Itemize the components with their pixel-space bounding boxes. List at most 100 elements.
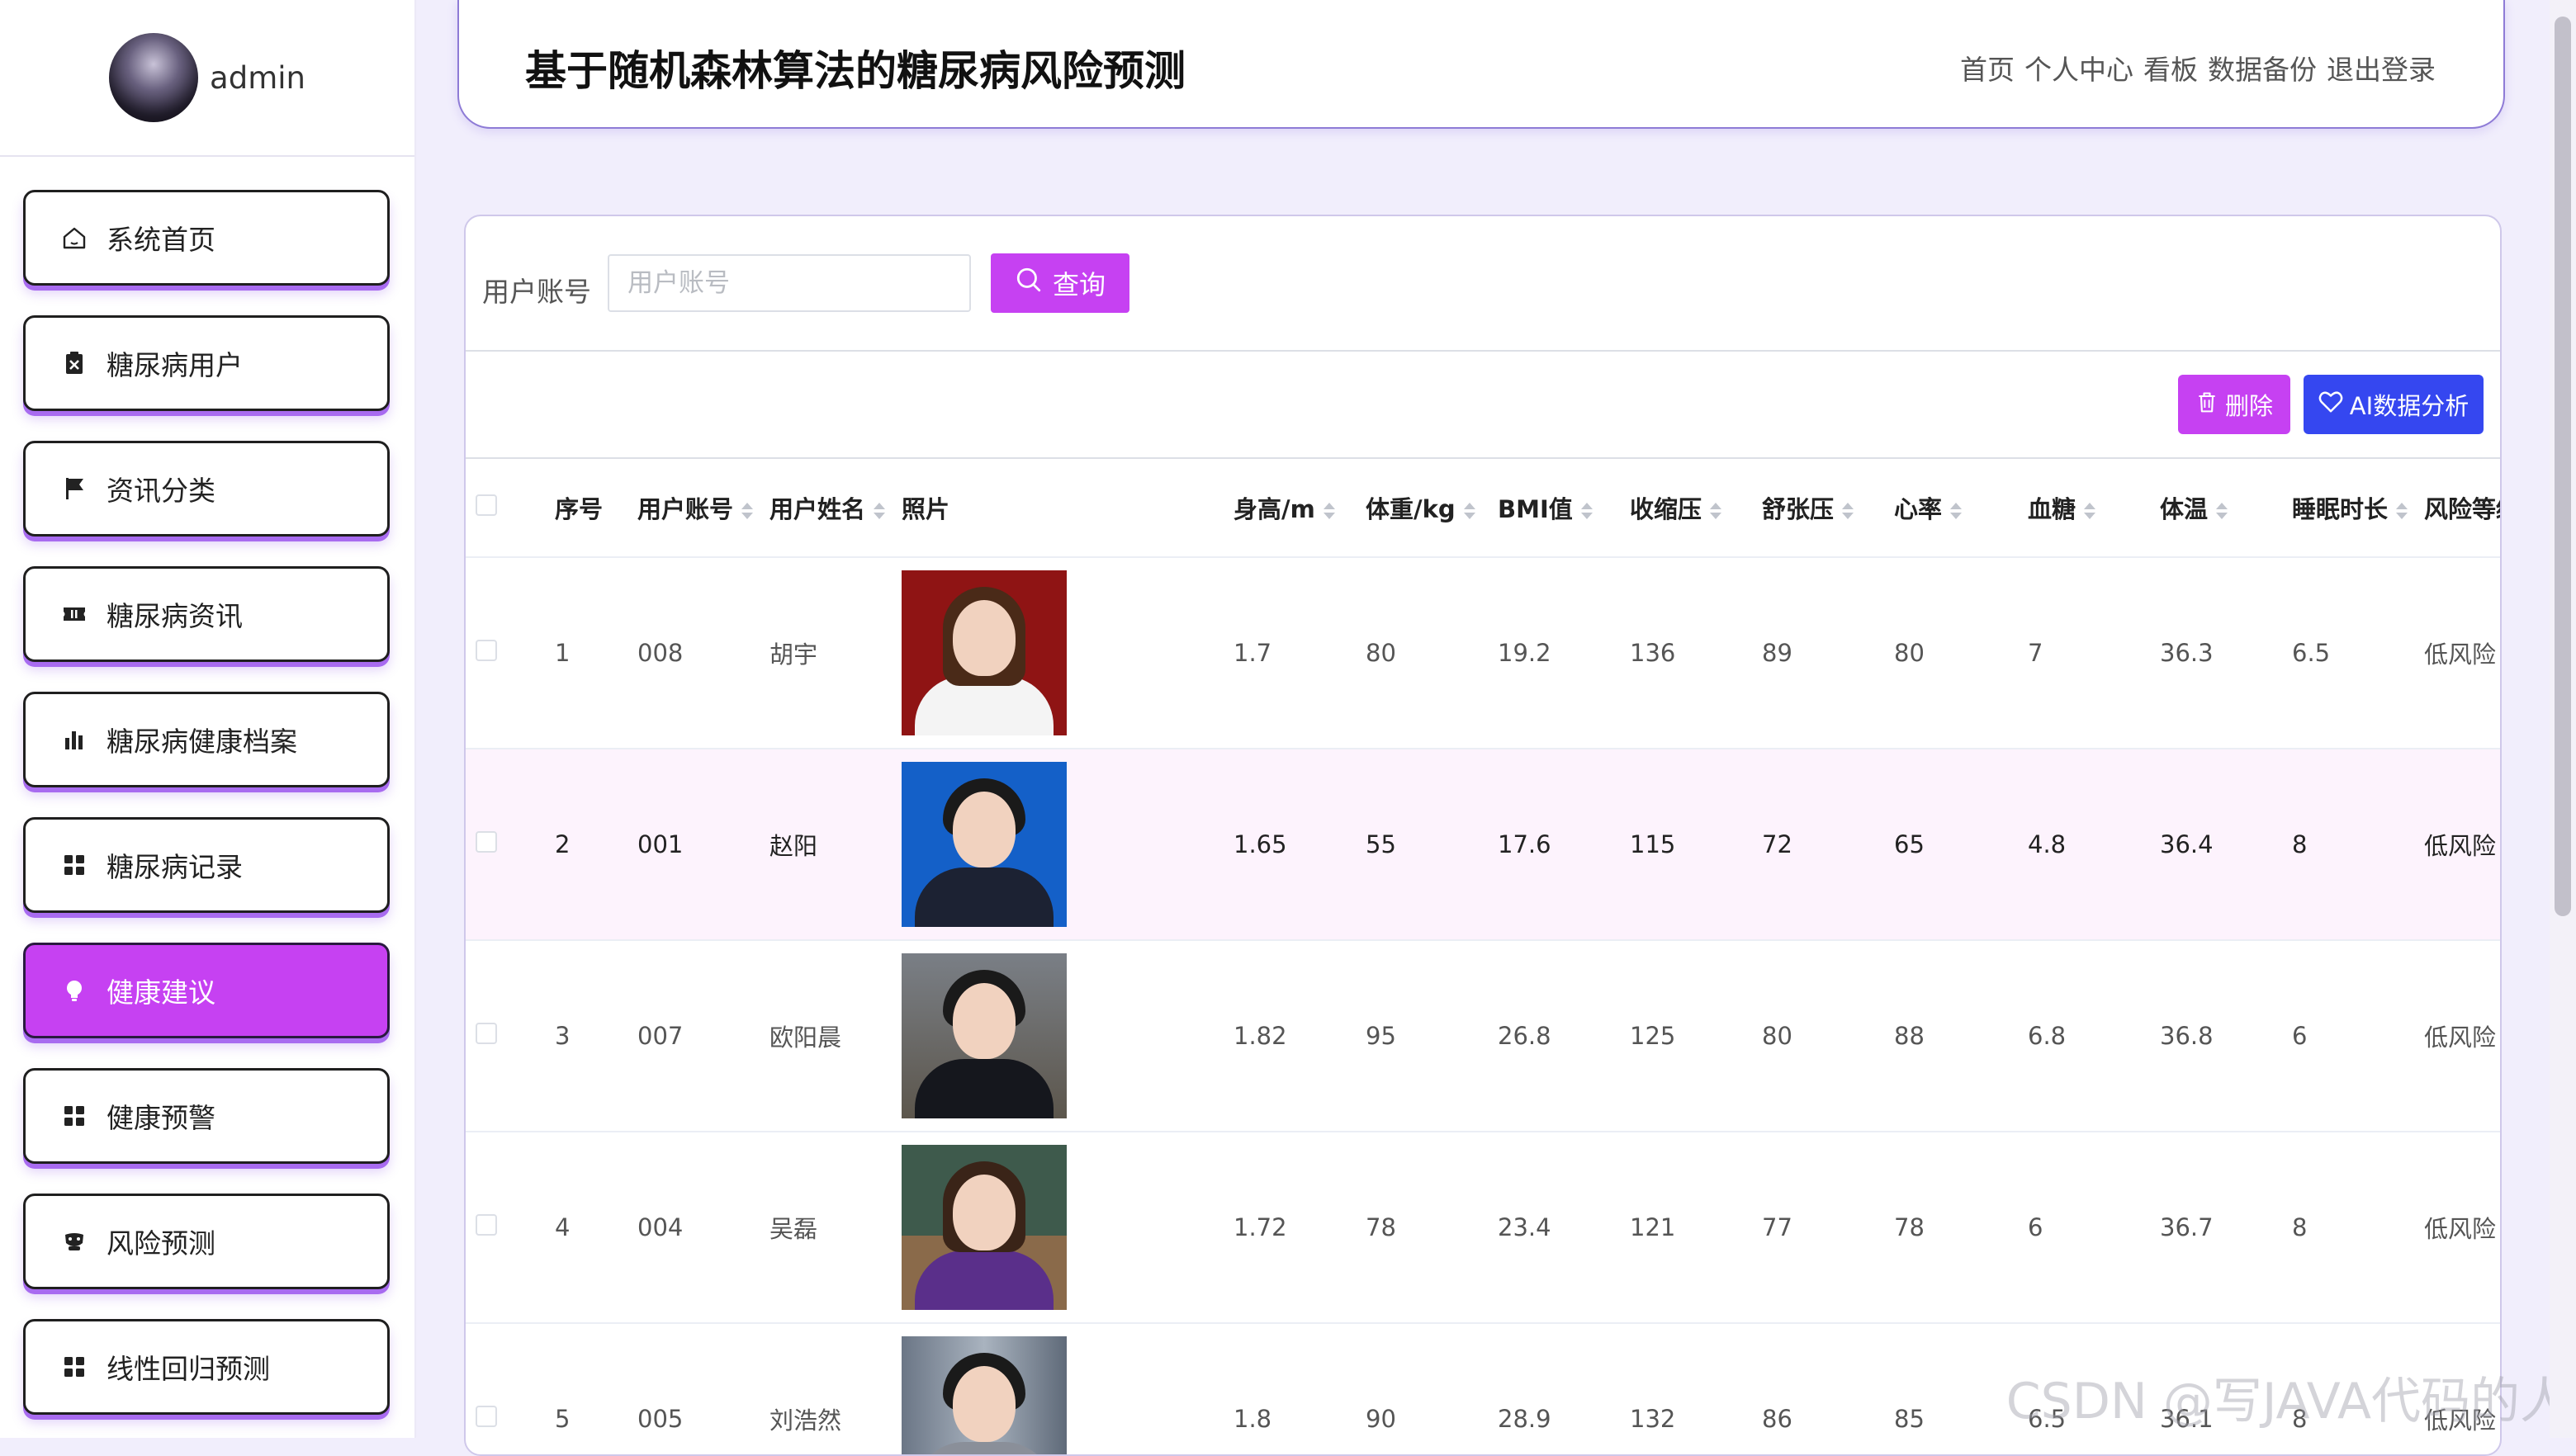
table-row[interactable]: 3 007 欧阳晨 1.82 95 26.8 125 80 88 6.8 36.… [466, 940, 2500, 1132]
sidebar-item-linear-regression[interactable]: 线性回归预测 [23, 1319, 390, 1415]
column-header-heart-rate[interactable]: 心率 [1884, 459, 2018, 558]
cell-weight: 80 [1356, 557, 1488, 749]
sort-icon[interactable] [2216, 503, 2228, 519]
column-header-account[interactable]: 用户账号 [627, 459, 760, 558]
column-header-systolic[interactable]: 收缩压 [1620, 459, 1752, 558]
cell-glucose: 7 [2018, 557, 2150, 749]
flag-icon [60, 475, 88, 503]
cell-systolic: 115 [1620, 749, 1752, 941]
sidebar-item-risk-prediction[interactable]: 风险预测 [23, 1194, 390, 1289]
cell-temperature: 36.7 [2150, 1132, 2282, 1324]
user-photo[interactable] [902, 1145, 1067, 1310]
cell-sleep: 8 [2282, 749, 2414, 941]
page-scrollbar[interactable] [2550, 0, 2576, 1438]
sort-icon[interactable] [741, 503, 754, 519]
column-header-height[interactable]: 身高/m [1224, 459, 1356, 558]
sidebar-item-label: 健康预警 [107, 1102, 215, 1134]
top-header: 基于随机森林算法的糖尿病风险预测 首页 个人中心 看板 数据备份 退出登录 [457, 0, 2505, 129]
sort-icon[interactable] [2084, 503, 2096, 519]
column-header-temperature[interactable]: 体温 [2150, 459, 2282, 558]
row-checkbox[interactable] [466, 1132, 545, 1324]
avatar[interactable] [109, 33, 199, 122]
select-all-checkbox[interactable] [466, 459, 545, 558]
nav-profile-link[interactable]: 个人中心 [2024, 48, 2133, 87]
sidebar-item-news-category[interactable]: 资讯分类 [23, 441, 390, 537]
sidebar-item-health-advice[interactable]: 健康建议 [23, 943, 390, 1038]
sort-icon[interactable] [1950, 503, 1963, 519]
row-checkbox[interactable] [466, 557, 545, 749]
search-input[interactable] [608, 254, 971, 312]
sidebar: admin 系统首页 糖尿病用户 资讯分类 糖尿病资讯 糖尿病健康档案 糖尿病记… [0, 0, 416, 1438]
scrollbar-thumb[interactable] [2555, 17, 2571, 916]
mask-icon [60, 1227, 88, 1255]
cell-weight: 78 [1356, 1132, 1488, 1324]
search-icon [1015, 266, 1043, 300]
sort-icon[interactable] [2396, 503, 2408, 519]
sort-icon[interactable] [1842, 503, 1854, 519]
cell-account: 005 [627, 1323, 760, 1454]
cell-photo [892, 1132, 1224, 1324]
column-header-sleep[interactable]: 睡眠时长 [2282, 459, 2414, 558]
sidebar-item-label: 糖尿病用户 [107, 349, 243, 381]
sort-icon[interactable] [1323, 503, 1335, 519]
row-checkbox[interactable] [466, 749, 545, 941]
delete-button[interactable]: 删除 [2178, 375, 2290, 434]
cell-seq: 4 [545, 1132, 627, 1324]
cell-bmi: 28.9 [1488, 1323, 1620, 1454]
cell-temperature: 36.3 [2150, 557, 2282, 749]
user-photo[interactable] [902, 570, 1067, 735]
nav-backup-link[interactable]: 数据备份 [2208, 48, 2317, 87]
cell-seq: 3 [545, 940, 627, 1132]
cell-glucose: 6.8 [2018, 940, 2150, 1132]
sidebar-menu: 系统首页 糖尿病用户 资讯分类 糖尿病资讯 糖尿病健康档案 糖尿病记录 健康建议… [23, 190, 390, 1444]
home-icon [60, 224, 88, 252]
user-profile: admin [0, 0, 414, 157]
column-header-bmi[interactable]: BMI值 [1488, 459, 1620, 558]
column-header-name[interactable]: 用户姓名 [760, 459, 892, 558]
sort-icon[interactable] [1580, 503, 1593, 519]
column-header-diastolic[interactable]: 舒张压 [1752, 459, 1884, 558]
user-photo[interactable] [902, 953, 1067, 1118]
cell-sleep: 8 [2282, 1132, 2414, 1324]
table-row[interactable]: 1 008 胡宇 1.7 80 19.2 136 89 80 7 36.3 6.… [466, 557, 2500, 749]
row-checkbox[interactable] [466, 1323, 545, 1454]
cell-name: 刘浩然 [760, 1323, 892, 1454]
grid-icon [60, 1353, 88, 1381]
sidebar-item-diabetes-news[interactable]: 糖尿病资讯 [23, 566, 390, 662]
sort-icon[interactable] [874, 503, 886, 519]
sidebar-item-diabetes-users[interactable]: 糖尿病用户 [23, 315, 390, 411]
query-button[interactable]: 查询 [991, 253, 1129, 313]
row-checkbox[interactable] [466, 940, 545, 1132]
sidebar-item-label: 糖尿病记录 [107, 851, 243, 883]
sidebar-item-health-warning[interactable]: 健康预警 [23, 1068, 390, 1164]
heart-icon [2318, 390, 2343, 420]
cell-name: 胡宇 [760, 557, 892, 749]
table-row[interactable]: 4 004 吴磊 1.72 78 23.4 121 77 78 6 36.7 8… [466, 1132, 2500, 1324]
cell-heart-rate: 85 [1884, 1323, 2018, 1454]
username: admin [210, 59, 305, 96]
cell-account: 007 [627, 940, 760, 1132]
sidebar-item-health-records[interactable]: 糖尿病健康档案 [23, 692, 390, 787]
table-row[interactable]: 2 001 赵阳 1.65 55 17.6 115 72 65 4.8 36.4 [466, 749, 2500, 941]
grid-icon [60, 1102, 88, 1130]
main-content: 用户账号 查询 删除 AI数据分析 [464, 215, 2502, 1456]
nav-logout-link[interactable]: 退出登录 [2327, 48, 2436, 87]
nav-dashboard-link[interactable]: 看板 [2143, 48, 2198, 87]
nav-home-link[interactable]: 首页 [1960, 48, 2015, 87]
cell-height: 1.8 [1224, 1323, 1356, 1454]
column-header-seq: 序号 [545, 459, 627, 558]
cell-height: 1.72 [1224, 1132, 1356, 1324]
sort-icon[interactable] [1710, 503, 1722, 519]
sidebar-item-diabetes-log[interactable]: 糖尿病记录 [23, 817, 390, 913]
user-photo[interactable] [902, 1336, 1067, 1454]
column-header-glucose[interactable]: 血糖 [2018, 459, 2150, 558]
user-photo[interactable] [902, 762, 1067, 927]
cell-glucose: 4.8 [2018, 749, 2150, 941]
sidebar-item-home[interactable]: 系统首页 [23, 190, 390, 286]
data-table: 序号 用户账号 用户姓名 照片 身高/m 体重/kg BMI值 收缩压 舒张压 … [466, 459, 2500, 1454]
cell-account: 004 [627, 1132, 760, 1324]
cell-height: 1.7 [1224, 557, 1356, 749]
ai-analysis-button[interactable]: AI数据分析 [2304, 375, 2484, 434]
column-header-weight[interactable]: 体重/kg [1356, 459, 1488, 558]
sort-icon[interactable] [1463, 503, 1475, 519]
